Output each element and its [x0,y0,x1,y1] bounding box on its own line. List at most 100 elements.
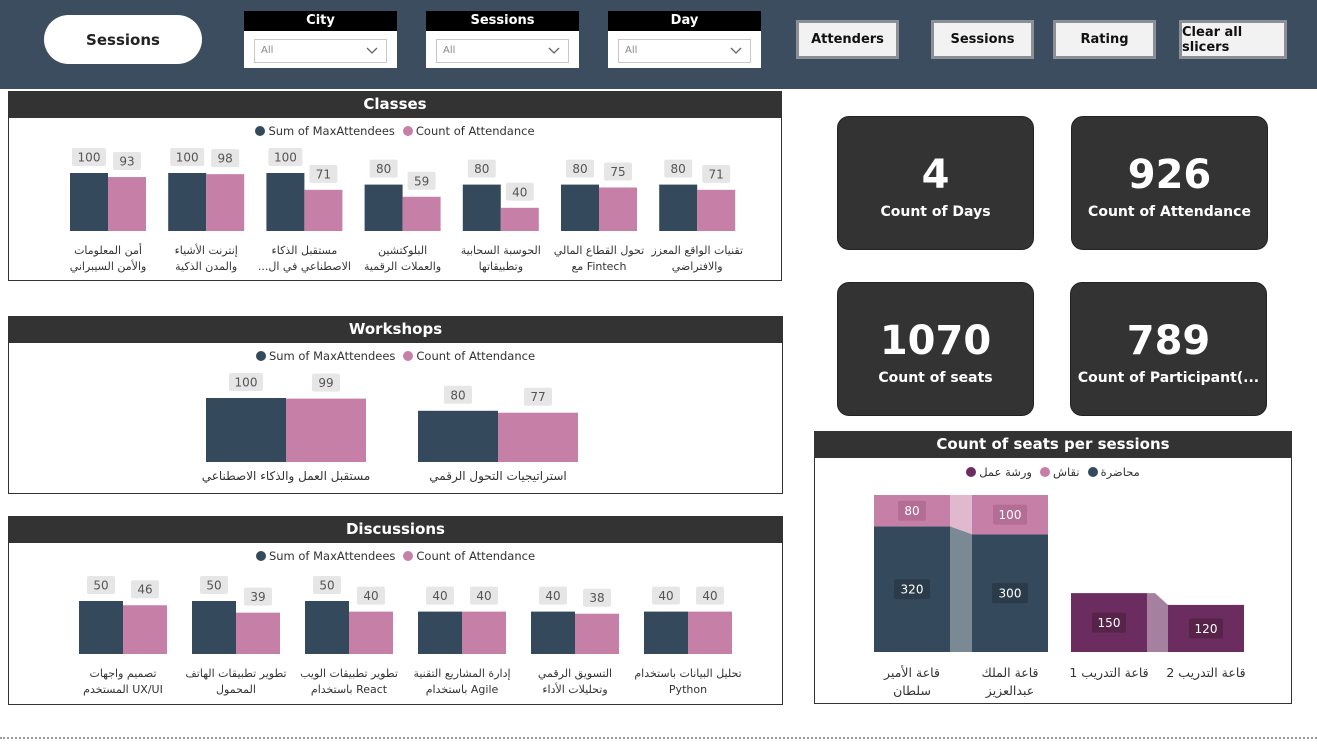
day-dropdown-value: All [625,45,638,56]
legend-item-max-attendees: Sum of MaxAttendees [255,124,395,138]
day-slicer-title: Day [608,11,761,31]
bar-max-attendees [79,601,123,654]
data-label-attendance: 40 [476,589,491,603]
bar-attendance [349,611,393,654]
data-label-attendance: 98 [218,152,233,166]
kpi-count-of-days: 4 Count of Days [837,116,1034,250]
kpi-count-of-seats: 1070 Count of seats [837,282,1034,416]
seats-legend: ورشة عمل نقاش محاضرة [815,465,1291,479]
classes-panel-title: Classes [8,91,782,118]
category-label: إدارة المشاريع التقنية [413,667,510,680]
category-label: باستخدام React [311,683,388,696]
ribbon-muhadara [950,526,972,652]
legend-item-niqash: نقاش [1040,465,1080,479]
bar-max-attendees [644,611,688,654]
bar-max-attendees [70,173,108,231]
day-dropdown[interactable]: All [618,39,751,63]
workshops-legend: Sum of MaxAttendees Count of Attendance [9,349,782,363]
bottom-dotted-divider [0,737,1317,739]
bar-max-attendees [192,601,236,654]
bar-attendance [697,189,736,231]
legend-label: Count of Attendance [416,349,536,363]
category-label: وتحليلات الأداء [542,682,607,696]
category-label: أمن المعلومات [74,243,142,257]
seats-panel-title: Count of seats per sessions [814,431,1292,458]
bar-attendance [498,412,578,462]
kpi-value: 926 [1127,152,1212,198]
chevron-down-icon [548,47,560,54]
category-label: قاعة التدريب 2 [1166,665,1245,681]
data-label-max-attendees: 40 [432,589,447,603]
page-title-button[interactable]: Sessions [44,15,202,64]
data-label-attendance: 39 [250,590,265,604]
city-dropdown[interactable]: All [254,39,387,63]
data-label-attendance: 71 [316,167,331,181]
bar-attendance [236,612,280,654]
data-label-max-attendees: 50 [206,579,221,593]
legend-label: Sum of MaxAttendees [268,549,396,563]
city-slicer[interactable]: City All [244,11,397,68]
category-label: إنترنت الأشياء [175,243,238,257]
day-slicer[interactable]: Day All [608,11,761,68]
sessions-dropdown[interactable]: All [436,39,569,63]
category-label: مستقبل الذكاء [272,244,338,257]
kpi-label: Count of seats [878,370,993,386]
data-label-attendance: 75 [610,165,625,179]
classes-panel: 100 93 أمن المعلومات والأمن السيبراني 100 98 إ… [8,91,782,281]
data-label-muhadara: 320 [901,583,924,597]
legend-item-max-attendees: Sum of MaxAttendees [255,349,395,363]
category-label: مستقبل العمل والذكاء الاصطناعي [202,469,371,484]
bar-max-attendees [305,601,349,654]
category-label: والأمن السيبراني [70,259,147,273]
data-label-max-attendees: 100 [235,376,258,390]
data-label-max-attendees: 100 [78,151,101,165]
kpi-value: 1070 [879,318,992,364]
category-label: قاعة الأمير [883,665,940,681]
clear-all-slicers-button[interactable]: Clear all slicers [1179,20,1287,59]
data-label-max-attendees: 80 [450,388,465,402]
legend-label: محاضرة [1100,465,1140,479]
category-label: تطوير تطبيقات الهاتف [185,667,286,680]
data-label-max-attendees: 100 [274,151,297,165]
kpi-count-of-participants: 789 Count of Participant(... [1070,282,1267,416]
kpi-label: Count of Days [880,204,991,220]
data-label-attendance: 40 [702,589,717,603]
category-label: والمدن الذكية [175,260,237,273]
data-label-attendance: 71 [709,167,724,181]
category-label: المحمول [216,683,256,696]
kpi-label: Count of Participant(... [1077,370,1260,386]
category-label: باستخدام Agile [426,683,499,696]
bar-max-attendees [206,398,286,462]
bar-attendance [688,611,732,654]
data-label-attendance: 77 [530,390,545,404]
bar-attendance [500,207,539,231]
data-label-attendance: 40 [512,185,527,199]
bar-attendance [206,174,245,231]
data-label-attendance: 59 [414,174,429,188]
legend-item-max-attendees: Sum of MaxAttendees [255,549,396,563]
data-label-max-attendees: 80 [671,162,686,176]
classes-chart: 100 93 أمن المعلومات والأمن السيبراني 100 98 إ… [70,148,743,273]
city-dropdown-value: All [261,45,274,56]
category-label: تقنيات الواقع المعزز [650,244,743,257]
category-label: البلوكتشين [378,244,427,257]
attenders-button[interactable]: Attenders [796,20,899,59]
seats-per-sessions-panel: 320 80 300 100 150 120 قاعة الأمير سلطان قاعة ال… [814,431,1292,704]
bar-attendance [123,605,167,654]
legend-label: نقاش [1053,465,1080,479]
legend-item-warsha: ورشة عمل [966,465,1032,479]
bar-attendance [575,613,619,654]
bar-max-attendees [462,184,501,231]
sessions-button[interactable]: Sessions [931,20,1034,59]
workshops-panel-title: Workshops [8,316,783,343]
sessions-slicer[interactable]: Sessions All [426,11,579,68]
category-label: ...الاصطناعي في ال [258,260,351,273]
discussions-panel-title: Discussions [8,516,783,543]
data-label-attendance: 46 [137,583,152,597]
category-label: تطوير تطبيقات الويب [300,667,398,680]
category-label: التسويق الرقمي [538,667,612,681]
data-label-max-attendees: 50 [93,579,108,593]
bar-max-attendees [561,184,599,231]
rating-button[interactable]: Rating [1053,20,1156,59]
discussions-legend: Sum of MaxAttendees Count of Attendance [9,549,782,563]
